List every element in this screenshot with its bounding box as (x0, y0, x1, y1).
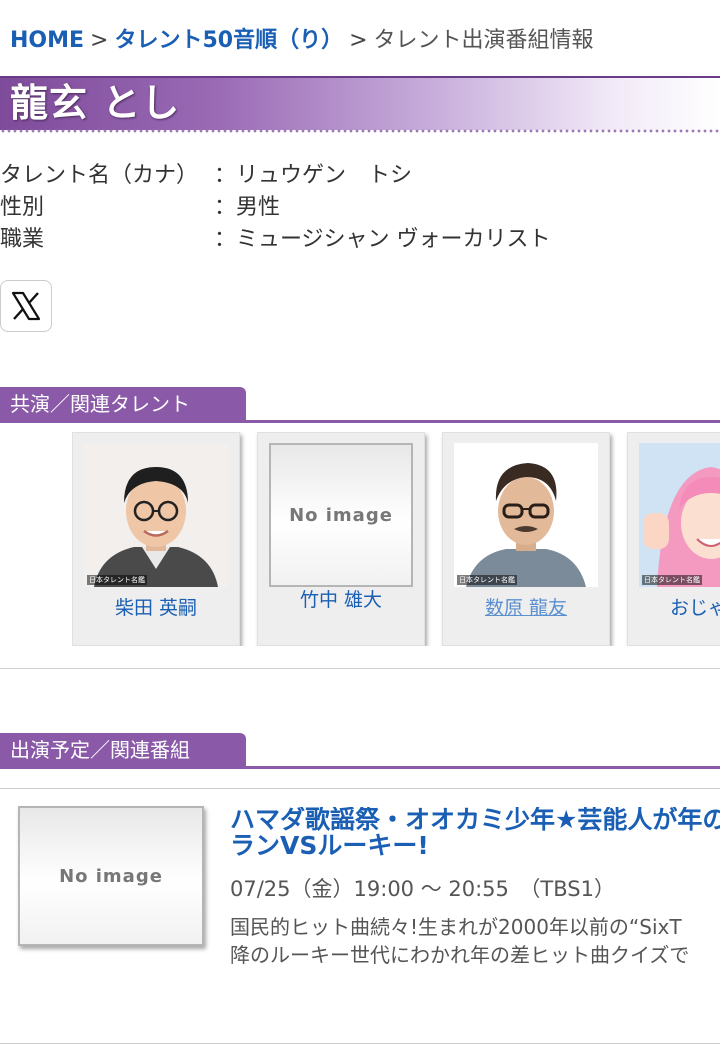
breadcrumb: HOME > タレント50音順（り） > タレント出演番組情報 (10, 22, 594, 54)
program-title-link[interactable]: ハマダ歌謡祭・オオカミ少年★芸能人が年の ランVSルーキー! (230, 807, 720, 859)
program-description-line: 国民的ヒット曲続々!生まれが2000年以前の“SixT (230, 915, 682, 939)
costar-name-link[interactable]: 柴田 英嗣 (73, 593, 239, 620)
costar-card[interactable]: No image 竹中 雄大 (257, 432, 425, 646)
profile-label: タレント名（カナ） (0, 163, 199, 188)
profile-label: 職業 (0, 227, 45, 252)
programs-section-title: 出演予定／関連番組 (0, 733, 246, 766)
program-description: 国民的ヒット曲続々!生まれが2000年以前の“SixT 降のルーキー世代にわかれ… (230, 913, 720, 969)
profile-value: ：ミュージシャン ヴォーカリスト (214, 227, 551, 252)
costars-section-header: 共演／関連タレント (0, 384, 720, 423)
photo-watermark: 日本タレント名鑑 (642, 575, 702, 585)
profile-row-gender: 性別 ：男性 (0, 192, 551, 224)
costar-card[interactable]: 日本タレント名鑑 柴田 英嗣 (72, 432, 240, 646)
costar-card[interactable]: 日本タレント名鑑 数原 龍友 (442, 432, 610, 646)
breadcrumb-current: タレント出演番組情報 (373, 28, 594, 53)
profile-value: ：リュウゲン トシ (214, 163, 413, 188)
page-title-bar: 龍玄 とし (0, 76, 720, 130)
breadcrumb-separator: > (90, 28, 109, 53)
program-thumbnail-placeholder[interactable]: No image (18, 806, 204, 946)
costar-photo[interactable]: 日本タレント名鑑 (639, 443, 720, 587)
title-dotted-divider (0, 128, 720, 134)
costar-name-link[interactable]: おじゃ (628, 593, 720, 620)
breadcrumb-separator: > (349, 28, 368, 53)
costar-card[interactable]: 日本タレント名鑑 おじゃ (627, 432, 720, 646)
section-divider (0, 668, 720, 669)
program-list-item[interactable]: No image ハマダ歌謡祭・オオカミ少年★芸能人が年の ランVSルーキー! … (0, 788, 720, 1044)
program-title-line: ランVSルーキー! (230, 831, 429, 859)
photo-watermark: 日本タレント名鑑 (457, 575, 517, 585)
costar-photo[interactable]: 日本タレント名鑑 (454, 443, 598, 587)
costar-portrait-image (454, 443, 598, 587)
program-airtime: 07/25（金）19:00 〜 20:55 （TBS1） (230, 877, 615, 901)
profile-row-kana: タレント名（カナ） ：リュウゲン トシ (0, 160, 551, 192)
costar-name-link[interactable]: 竹中 雄大 (258, 585, 424, 612)
costars-carousel[interactable]: 日本タレント名鑑 柴田 英嗣 No image 竹中 雄大 日本タレント名鑑 数… (72, 432, 720, 646)
costar-portrait-image (84, 443, 228, 587)
profile-value: ：男性 (214, 195, 281, 220)
profile-row-occupation: 職業 ：ミュージシャン ヴォーカリスト (0, 224, 551, 256)
costars-section-title: 共演／関連タレント (0, 387, 246, 420)
programs-section-header: 出演予定／関連番組 (0, 730, 720, 769)
costar-photo[interactable]: 日本タレント名鑑 (84, 443, 228, 587)
x-logo-icon (11, 291, 41, 321)
profile-label: 性別 (0, 195, 45, 220)
program-description-line: 降のルーキー世代にわかれ年の差ヒット曲クイズで (230, 943, 690, 967)
program-title-line: ハマダ歌謡祭・オオカミ少年★芸能人が年の (230, 807, 720, 834)
costar-name-link[interactable]: 数原 龍友 (443, 593, 609, 620)
page-title: 龍玄 とし (10, 81, 181, 125)
breadcrumb-home-link[interactable]: HOME (10, 28, 84, 53)
profile-info: タレント名（カナ） ：リュウゲン トシ 性別 ：男性 職業 ：ミュージシャン ヴ… (0, 160, 551, 256)
breadcrumb-kana-index-link[interactable]: タレント50音順（り） (114, 28, 343, 53)
no-image-placeholder[interactable]: No image (269, 443, 413, 587)
x-share-button[interactable] (0, 280, 52, 332)
photo-watermark: 日本タレント名鑑 (87, 575, 147, 585)
costar-portrait-image (639, 443, 720, 587)
